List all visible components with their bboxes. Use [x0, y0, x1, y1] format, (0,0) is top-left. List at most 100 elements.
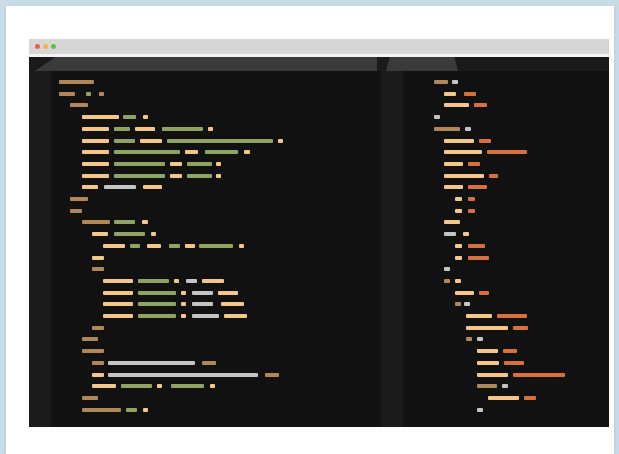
- code-line: [51, 360, 381, 365]
- code-token: [434, 126, 460, 131]
- code-token: [455, 197, 462, 201]
- code-token: [82, 349, 104, 354]
- code-token: [143, 407, 148, 412]
- code-line: [51, 173, 381, 178]
- code-line: [51, 372, 381, 377]
- code-token: [216, 173, 221, 178]
- code-token: [444, 91, 456, 96]
- page-card: [6, 6, 614, 454]
- code-token: [121, 384, 152, 389]
- code-line: [403, 314, 609, 318]
- code-token: [114, 126, 130, 131]
- code-token: [147, 243, 161, 248]
- code-token: [444, 220, 460, 225]
- code-line: [403, 208, 609, 213]
- code-token: [92, 232, 108, 237]
- code-line: [51, 91, 381, 96]
- code-token: [82, 138, 109, 143]
- editor-tab-1[interactable]: [35, 57, 377, 71]
- code-pane-left[interactable]: [51, 71, 381, 427]
- code-token: [130, 243, 140, 248]
- code-token: [135, 126, 155, 131]
- code-line: [51, 325, 381, 330]
- code-line: [51, 232, 381, 237]
- close-window-button[interactable]: [35, 44, 40, 49]
- code-line: [403, 138, 609, 143]
- code-token: [114, 138, 135, 143]
- code-line: [51, 407, 381, 412]
- code-line: [51, 384, 381, 389]
- code-line: [51, 138, 381, 143]
- code-token: [244, 150, 250, 155]
- code-token: [465, 126, 471, 131]
- code-line: [51, 243, 381, 248]
- code-line: [51, 395, 381, 400]
- code-token: [82, 407, 121, 412]
- code-token: [192, 314, 219, 318]
- code-token: [479, 290, 489, 295]
- code-token: [192, 290, 213, 295]
- minimize-window-button[interactable]: [43, 44, 48, 49]
- code-token: [265, 372, 279, 377]
- code-line: [51, 197, 381, 201]
- code-token: [170, 161, 182, 166]
- code-line: [403, 302, 609, 307]
- code-token: [59, 80, 94, 84]
- code-token: [82, 115, 119, 120]
- code-token: [70, 197, 88, 201]
- code-token: [167, 138, 273, 143]
- code-token: [278, 138, 283, 143]
- code-line: [403, 185, 609, 190]
- code-line: [403, 126, 609, 131]
- code-token: [92, 267, 104, 272]
- code-token: [92, 372, 104, 377]
- code-token: [114, 232, 145, 237]
- code-line: [51, 302, 381, 307]
- code-line: [51, 115, 381, 120]
- code-token: [114, 173, 165, 178]
- code-token: [444, 185, 463, 190]
- code-token: [468, 161, 480, 166]
- code-token: [444, 173, 484, 178]
- code-token: [444, 103, 469, 108]
- code-token: [502, 384, 508, 389]
- code-line: [403, 384, 609, 389]
- tab-strip: [29, 54, 609, 71]
- code-line: [403, 290, 609, 295]
- editor-tab-2[interactable]: [386, 57, 458, 71]
- code-token: [187, 173, 212, 178]
- code-token: [169, 243, 180, 248]
- code-token: [92, 360, 104, 365]
- zoom-window-button[interactable]: [51, 44, 56, 49]
- code-pane-right[interactable]: [403, 71, 609, 427]
- code-editor-window: [29, 39, 609, 427]
- code-line: [51, 161, 381, 166]
- code-token: [216, 161, 221, 166]
- code-token: [210, 384, 215, 389]
- code-token: [202, 278, 224, 283]
- code-token: [477, 407, 483, 412]
- code-token: [181, 290, 186, 295]
- code-token: [468, 185, 487, 190]
- window-titlebar: [29, 39, 609, 54]
- code-token: [103, 278, 133, 283]
- code-token: [114, 150, 180, 155]
- code-token: [82, 126, 109, 131]
- code-token: [103, 302, 133, 307]
- code-token: [114, 220, 135, 225]
- code-token: [103, 243, 125, 248]
- code-token: [464, 91, 476, 96]
- code-token: [444, 267, 450, 272]
- code-token: [477, 372, 508, 377]
- code-token: [466, 314, 492, 318]
- code-line: [403, 360, 609, 365]
- code-token: [224, 314, 247, 318]
- code-token: [444, 150, 482, 155]
- code-token: [92, 325, 104, 330]
- code-line: [51, 337, 381, 342]
- code-token: [455, 302, 461, 307]
- code-token: [503, 349, 517, 354]
- code-token: [181, 302, 186, 307]
- code-token: [466, 337, 472, 342]
- code-token: [455, 255, 462, 260]
